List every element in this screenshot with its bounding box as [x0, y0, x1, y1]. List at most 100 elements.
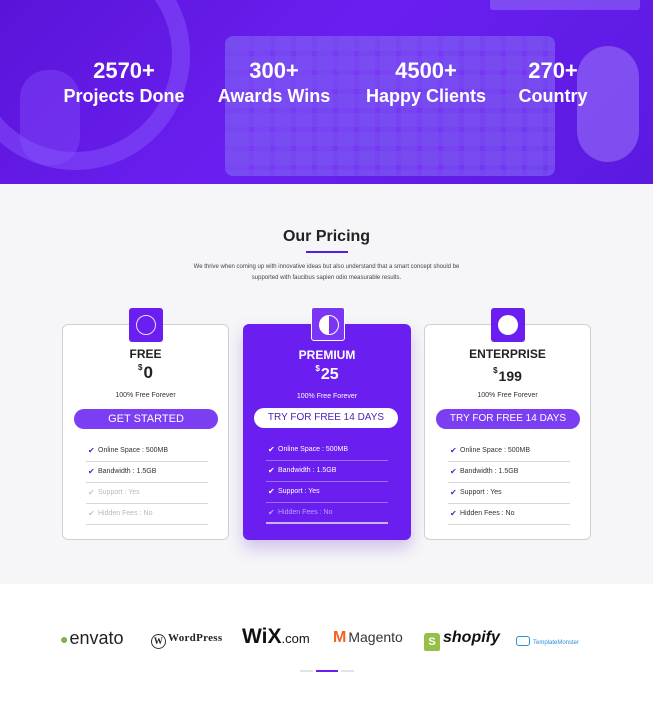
- carousel-pagination: [300, 670, 355, 673]
- check-icon: ✔: [88, 509, 95, 518]
- pricing-section: Our Pricing We thrive when coming up wit…: [0, 184, 653, 584]
- try-free-button[interactable]: TRY FOR FREE 14 DAYS: [436, 409, 580, 429]
- feature-text: Bandwidth : 1.5GB: [98, 468, 157, 475]
- feature-item: ✔ Bandwidth : 1.5GB: [266, 461, 388, 482]
- plan-name: PREMIUM: [298, 348, 356, 362]
- currency-symbol: $: [315, 364, 320, 373]
- shopify-logo[interactable]: Sshopify: [424, 629, 500, 655]
- plan-name: FREE: [129, 347, 162, 361]
- plan-price: $25: [243, 364, 411, 384]
- feature-item-disabled: ✔ Support : Yes: [86, 483, 208, 504]
- check-icon: ✔: [450, 446, 457, 455]
- templatemonster-mark-icon: [516, 636, 530, 646]
- feature-text: Support : Yes: [98, 489, 140, 496]
- stat-number: 4500+: [395, 58, 457, 83]
- price-amount: 25: [320, 366, 339, 383]
- description-line: We thrive when coming up with innovative…: [193, 264, 460, 270]
- magento-mark-icon: M: [333, 629, 347, 646]
- pricing-card-free: FREE $0 100% Free Forever GET STARTED ✔ O…: [62, 308, 229, 540]
- feature-text: Bandwidth : 1.5GB: [278, 467, 337, 474]
- feature-item-disabled: ✔ Hidden Fees : No: [86, 504, 208, 525]
- feature-item: ✔ Online Space : 500MB: [266, 440, 388, 461]
- price-note: 100% Free Forever: [296, 393, 358, 400]
- feature-item: ✔ Online Space : 500MB: [448, 441, 570, 462]
- plan-icon-box: [129, 308, 163, 342]
- feature-item: ✔ Bandwidth : 1.5GB: [448, 462, 570, 483]
- try-free-button[interactable]: TRY FOR FREE 14 DAYS: [254, 408, 398, 428]
- stat-projects: 2570+ Projects Done: [58, 58, 190, 108]
- currency-symbol: $: [138, 363, 143, 372]
- shopify-bag-icon: S: [424, 633, 440, 651]
- feature-text: Online Space : 500MB: [278, 446, 349, 453]
- envato-leaf-icon: ●: [60, 631, 69, 647]
- section-title: Our Pricing: [282, 228, 371, 245]
- logo-text: WiX: [242, 625, 282, 648]
- circle-outline-icon: [136, 315, 156, 335]
- wordpress-mark-icon: W: [151, 634, 166, 649]
- plan-price: $0: [63, 363, 228, 383]
- feature-text: Hidden Fees : No: [98, 510, 153, 517]
- partner-logos: ●envato W WordPress WiX.com M Magento Ssho…: [0, 584, 653, 715]
- plan-icon-box: [311, 307, 345, 341]
- stat-clients: 4500+ Happy Clients: [355, 58, 497, 108]
- wordpress-logo[interactable]: W WordPress: [151, 632, 222, 658]
- logo-suffix: .com: [281, 631, 310, 646]
- check-icon: ✔: [450, 467, 457, 476]
- feature-list: ✔ Online Space : 500MB ✔ Bandwidth : 1.5GB…: [266, 440, 388, 524]
- feature-item: ✔ Support : Yes: [448, 483, 570, 504]
- section-description: We thrive when coming up with innovative…: [160, 262, 493, 284]
- check-icon: ✔: [450, 488, 457, 497]
- price-note: 100% Free Forever: [477, 392, 538, 399]
- stat-number: 300+: [249, 58, 299, 83]
- stat-awards: 300+ Awards Wins: [208, 58, 340, 108]
- feature-list: ✔ Online Space : 500MB ✔ Bandwidth : 1.5GB…: [448, 441, 570, 525]
- logo-text: WordPress: [168, 632, 223, 644]
- envato-logo[interactable]: ●envato: [60, 628, 124, 654]
- check-icon: ✔: [88, 446, 95, 455]
- pagination-dot[interactable]: [341, 670, 354, 672]
- plan-icon-box: [491, 308, 525, 342]
- feature-text: Hidden Fees : No: [278, 509, 333, 516]
- currency-symbol: $: [493, 366, 498, 375]
- logo-text: shopify: [443, 629, 500, 646]
- filled-circle-icon: [498, 315, 518, 335]
- half-circle-icon: [319, 315, 339, 335]
- stat-label: Happy Clients: [365, 86, 487, 106]
- stat-number: 270+: [528, 58, 578, 83]
- templatemonster-logo[interactable]: TemplateMonster: [516, 636, 579, 662]
- logo-text: TemplateMonster: [533, 640, 580, 646]
- feature-item: ✔ Bandwidth : 1.5GB: [86, 462, 208, 483]
- feature-item: ✔ Hidden Fees : No: [448, 504, 570, 525]
- get-started-button[interactable]: GET STARTED: [74, 409, 218, 429]
- device-edge-image: [490, 0, 640, 10]
- plan-name: ENTERPRISE: [469, 347, 546, 361]
- check-icon: ✔: [88, 488, 95, 497]
- check-icon: ✔: [268, 508, 275, 517]
- title-underline: [306, 251, 348, 253]
- price-amount: 199: [498, 368, 522, 384]
- wix-logo[interactable]: WiX.com: [242, 625, 310, 651]
- pagination-dot[interactable]: [300, 670, 313, 672]
- stat-label: Projects Done: [63, 86, 185, 106]
- plan-price: $199: [425, 366, 590, 384]
- check-icon: ✔: [268, 487, 275, 496]
- logo-text: envato: [69, 628, 124, 648]
- pagination-dot-active[interactable]: [316, 670, 338, 672]
- stat-label: Country: [518, 86, 588, 106]
- feature-text: Bandwidth : 1.5GB: [460, 468, 519, 475]
- stats-row: 2570+ Projects Done 300+ Awards Wins 450…: [0, 58, 653, 118]
- check-icon: ✔: [88, 467, 95, 476]
- feature-item: ✔ Online Space : 500MB: [86, 441, 208, 462]
- feature-item: ✔ Support : Yes: [266, 482, 388, 503]
- feature-item-disabled: ✔ Hidden Fees : No: [266, 503, 388, 524]
- stat-country: 270+ Country: [510, 58, 596, 108]
- price-note: 100% Free Forever: [115, 392, 176, 399]
- feature-text: Online Space : 500MB: [98, 447, 169, 454]
- feature-text: Hidden Fees : No: [460, 510, 515, 517]
- feature-text: Support : Yes: [460, 489, 502, 496]
- magento-logo[interactable]: M Magento: [333, 629, 403, 655]
- pricing-card-premium: PREMIUM $25 100% Free Forever TRY FOR FR…: [243, 307, 411, 540]
- price-amount: 0: [143, 363, 153, 382]
- check-icon: ✔: [268, 466, 275, 475]
- feature-text: Support : Yes: [278, 488, 320, 495]
